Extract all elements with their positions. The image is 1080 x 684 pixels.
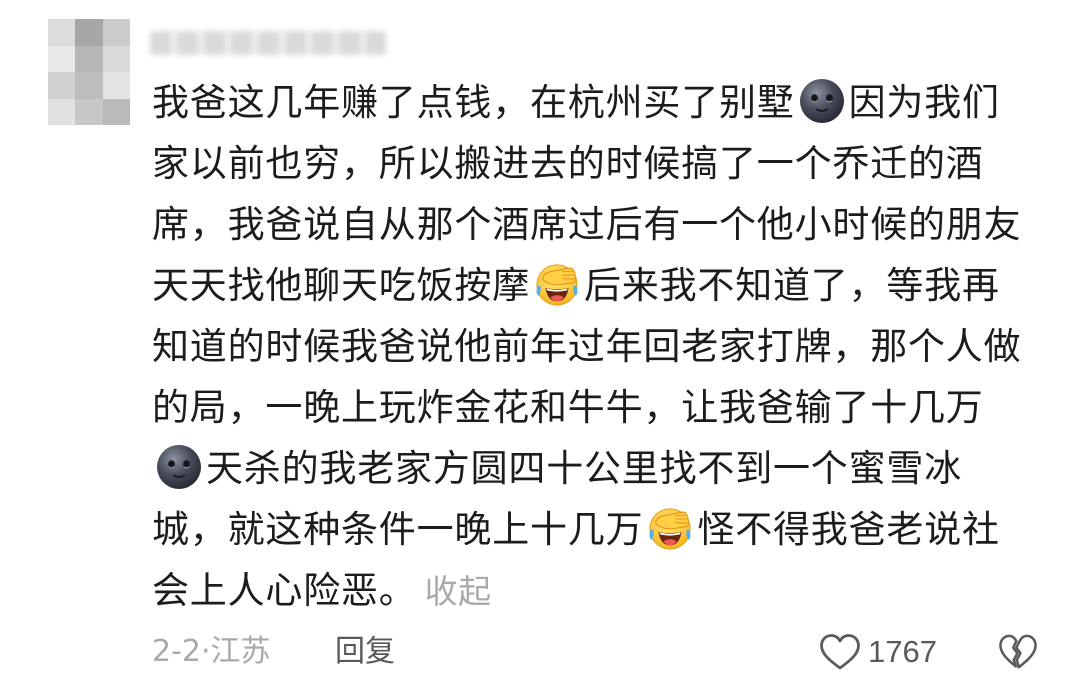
avatar-pixel [102,19,130,46]
collapse-link[interactable]: 收起 [425,572,492,611]
comment-item: 我爸这几年赚了点钱，在杭州买了别墅 因为我们 家以前也穷，所以搬进去的时候搞了一… [0,0,1080,684]
avatar-pixel [75,72,103,99]
avatar-pixel [48,98,76,125]
comment-text-segment: 因为我们 [848,81,1000,124]
new-moon-face-emoji-icon [799,78,845,124]
comment-text-segment: 后来我不知道了，等我再 [584,264,1000,307]
comment-text-segment: 知道的时候我爸说他前年过年回老家打牌，那个人做 [152,325,1022,368]
avatar-pixel [75,45,103,72]
avatar-pixel [102,98,130,125]
avatar-pixel [102,72,130,99]
comment-line-9: 会上人心险恶。 收起 [152,560,1057,621]
comment-text-segment: 会上人心险恶。 [152,569,417,612]
comment-line-2: 家以前也穷，所以搬进去的时候搞了一个乔迁的酒 [152,133,1057,194]
new-moon-face-emoji-icon [156,444,202,490]
comment-text-segment: 城，就这种条件一晚上十几万 [152,508,644,551]
heart-outline-icon[interactable] [819,633,861,671]
comment-text-segment: 席，我爸说自从那个酒席过后有一个他小时候的朋友 [152,203,1022,246]
comment-line-8: 城，就这种条件一晚上十几万 怪不得我爸老说社 [152,499,1057,560]
comment-line-7: 天杀的我老家方圆四十公里找不到一个蜜雪冰 [152,438,1057,499]
comment-text-segment: 怪不得我爸老说社 [697,508,1000,551]
comment-line-3: 席，我爸说自从那个酒席过后有一个他小时候的朋友 [152,194,1057,255]
avatar-pixel [48,45,76,72]
comment-line-6: 的局，一晚上玩炸金花和牛牛，让我爸输了十几万 [152,377,1057,438]
avatar-pixel [75,98,103,125]
laughing-facepalm-emoji-icon [534,261,580,307]
comment-text-segment: 我爸这几年赚了点钱，在杭州买了别墅 [152,81,795,124]
comment-text-segment: 天天找他聊天吃饭按摩 [152,264,530,307]
comment-body[interactable]: 我爸这几年赚了点钱，在杭州买了别墅 因为我们 家以前也穷，所以搬进去的时候搞了一… [152,72,1057,621]
comment-line-4: 天天找他聊天吃饭按摩 后来我不知道了，等我再 [152,255,1057,316]
laughing-facepalm-emoji-icon [647,505,693,551]
comment-text-segment: 家以前也穷，所以搬进去的时候搞了一个乔迁的酒 [152,142,984,185]
comment-line-1: 我爸这几年赚了点钱，在杭州买了别墅 因为我们 [152,72,1057,133]
avatar-pixel [75,19,103,46]
avatar-pixel [48,19,76,46]
avatar-pixel [48,72,76,99]
comment-line-5: 知道的时候我爸说他前年过年回老家打牌，那个人做 [152,316,1057,377]
username-blurred[interactable] [150,31,386,55]
comment-text-segment: 的局，一晚上玩炸金花和牛牛，让我爸输了十几万 [152,386,984,429]
comment-text-segment: 天杀的我老家方圆四十公里找不到一个蜜雪冰 [206,447,962,490]
reply-button[interactable]: 回复 [335,632,395,672]
date-location: 2-2·江苏 [152,634,271,669]
avatar[interactable] [48,19,130,125]
like-count: 1767 [868,634,937,669]
broken-heart-icon[interactable] [998,633,1038,671]
avatar-pixel [102,45,130,72]
